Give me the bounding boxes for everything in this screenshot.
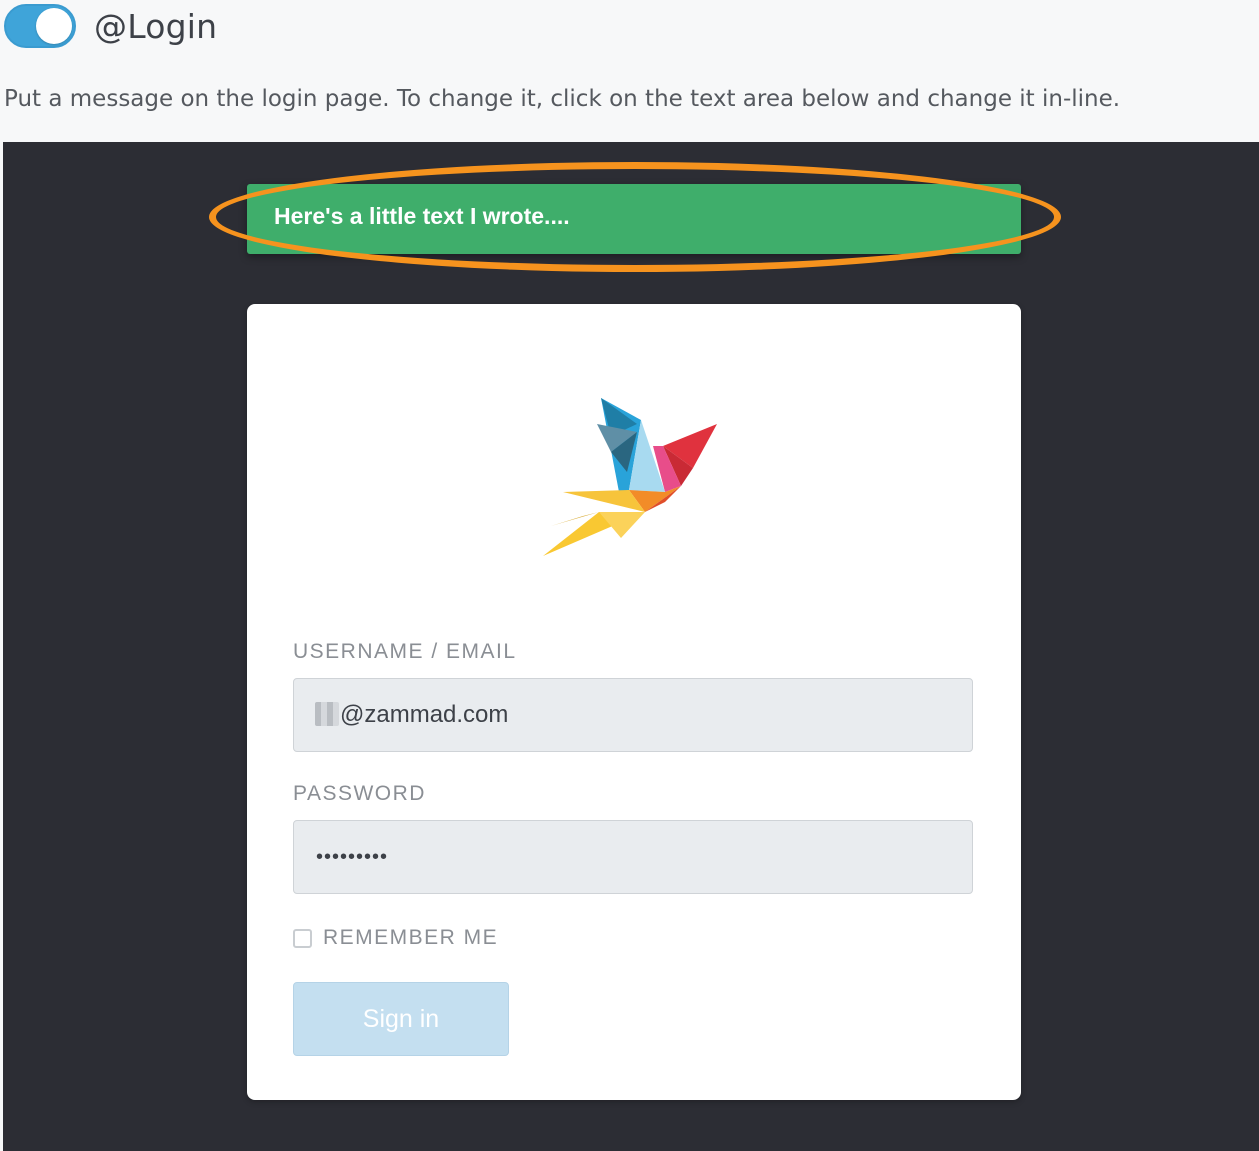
- password-input[interactable]: [293, 820, 973, 894]
- username-input[interactable]: [293, 678, 973, 752]
- setting-header: @Login: [4, 4, 217, 48]
- toggle-knob: [36, 8, 72, 44]
- login-message-banner[interactable]: Here's a little text I wrote....: [247, 184, 1021, 254]
- login-preview: Here's a little text I wrote.... USERNAM…: [3, 142, 1259, 1151]
- remember-me-checkbox[interactable]: [293, 928, 312, 948]
- login-message-text[interactable]: Here's a little text I wrote....: [274, 203, 570, 230]
- zammad-logo-icon: [543, 398, 717, 556]
- setting-description: Put a message on the login page. To chan…: [4, 86, 1121, 112]
- remember-me-label[interactable]: REMEMBER ME: [323, 926, 498, 950]
- login-card: USERNAME / EMAIL PASSWORD REMEMBER ME Si…: [247, 304, 1021, 1100]
- redacted-username-prefix: [315, 702, 339, 726]
- setting-title: @Login: [94, 6, 218, 46]
- password-label: PASSWORD: [293, 782, 426, 805]
- login-message-toggle[interactable]: [4, 4, 76, 48]
- username-label: USERNAME / EMAIL: [293, 640, 517, 663]
- sign-in-button[interactable]: Sign in: [293, 982, 509, 1056]
- remember-me-row[interactable]: REMEMBER ME: [293, 926, 498, 950]
